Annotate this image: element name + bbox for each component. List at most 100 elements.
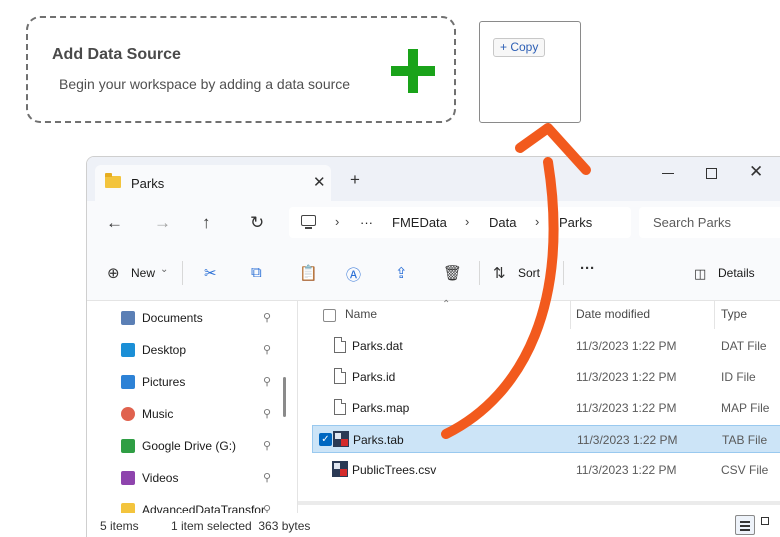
up-icon[interactable]: ↑ <box>202 213 211 233</box>
file-name: Parks.tab <box>353 433 404 447</box>
drop-target-box[interactable]: + Copy <box>479 21 581 123</box>
pin-icon[interactable]: ⚲ <box>263 407 271 420</box>
file-date: 11/3/2023 1:22 PM <box>577 433 678 447</box>
selection-info: 1 item selected 363 bytes <box>171 519 311 533</box>
sidebar-item-desktop[interactable]: Desktop ⚲ <box>121 341 281 363</box>
minimize-icon[interactable] <box>662 173 674 174</box>
file-icon <box>334 368 346 384</box>
sidebar-item-label: Pictures <box>142 375 186 389</box>
new-button[interactable]: New <box>131 266 155 280</box>
select-all-checkbox[interactable] <box>323 309 336 322</box>
column-header-name[interactable]: Name <box>345 307 377 321</box>
videos-icon <box>121 471 135 485</box>
file-type: TAB File <box>722 433 768 447</box>
rename-icon[interactable]: Ⓐ <box>346 264 361 285</box>
this-pc-icon <box>301 215 316 229</box>
maximize-icon[interactable] <box>706 168 717 179</box>
plus-icon[interactable] <box>391 49 435 93</box>
navigation-bar: ← → ↑ ↻ › ··· FMEData › Data › Parks Sea… <box>87 201 780 245</box>
sidebar-item-label: Google Drive (G:) <box>142 439 237 453</box>
pictures-icon <box>121 375 135 389</box>
documents-icon <box>121 311 135 325</box>
forward-icon[interactable]: → <box>154 213 171 233</box>
search-box[interactable]: Search Parks <box>639 207 780 238</box>
sidebar-item-documents[interactable]: Documents ⚲ <box>121 309 281 331</box>
sidebar-item-label: Music <box>142 407 174 421</box>
refresh-icon[interactable]: ↻ <box>250 213 264 233</box>
address-bar[interactable]: › ··· FMEData › Data › Parks <box>289 207 631 238</box>
music-icon <box>121 407 135 421</box>
item-count: 5 items <box>100 519 139 533</box>
sidebar-scrollbar[interactable] <box>283 377 286 417</box>
pin-icon[interactable]: ⚲ <box>263 375 271 388</box>
sidebar-item-label: Documents <box>142 311 203 325</box>
toolbar-divider <box>479 261 480 285</box>
column-divider[interactable] <box>570 301 571 329</box>
sidebar-item-label: Videos <box>142 471 179 485</box>
breadcrumb-fmedata[interactable]: FMEData <box>392 215 447 230</box>
pin-icon[interactable]: ⚲ <box>263 311 271 324</box>
file-row-parks-dat[interactable]: Parks.dat 11/3/2023 1:22 PM DAT File <box>312 332 780 360</box>
pin-icon[interactable]: ⚲ <box>263 343 271 356</box>
paste-icon[interactable]: 📋 <box>299 264 318 282</box>
row-checkbox-checked[interactable]: ✓ <box>319 433 332 446</box>
chevron-down-icon[interactable]: ⌄ <box>160 264 168 275</box>
add-data-source-card[interactable]: Add Data Source Begin your workspace by … <box>26 16 456 123</box>
new-plus-icon[interactable]: ⊕ <box>107 264 120 282</box>
search-input[interactable]: Search Parks <box>653 215 731 230</box>
file-row-publictrees-csv[interactable]: PublicTrees.csv 11/3/2023 1:22 PM CSV Fi… <box>312 456 780 484</box>
title-bar: Parks ✕ + ✕ <box>87 157 780 201</box>
delete-icon[interactable]: 🗑 <box>443 264 462 282</box>
cut-icon[interactable]: ✂ <box>204 264 217 282</box>
details-view-icon[interactable] <box>735 515 755 535</box>
share-icon[interactable]: ⇪ <box>395 264 408 282</box>
column-header-type[interactable]: Type <box>721 307 747 321</box>
back-icon[interactable]: ← <box>106 213 123 233</box>
add-data-source-title: Add Data Source <box>52 46 181 63</box>
breadcrumb-parks[interactable]: Parks <box>559 215 592 230</box>
tab-parks[interactable]: Parks ✕ <box>95 165 331 201</box>
column-header-date[interactable]: Date modified <box>576 307 650 321</box>
desktop-icon <box>121 343 135 357</box>
folder-icon <box>105 173 121 188</box>
breadcrumb-data[interactable]: Data <box>489 215 516 230</box>
file-icon <box>334 337 346 353</box>
more-options-icon[interactable]: ··· <box>580 260 595 277</box>
column-divider[interactable] <box>714 301 715 329</box>
details-button[interactable]: Details <box>718 266 755 280</box>
sidebar-item-label: Desktop <box>142 343 187 357</box>
file-explorer-window: Parks ✕ + ✕ ← → ↑ ↻ › ··· FMEData › Data… <box>86 156 780 537</box>
breadcrumb-separator: › <box>535 214 540 229</box>
file-type: MAP File <box>721 401 770 415</box>
close-window-icon[interactable]: ✕ <box>749 162 763 182</box>
sidebar-item-pictures[interactable]: Pictures ⚲ <box>121 373 281 395</box>
file-list: ⌃ Name Date modified Type Parks.dat 11/3… <box>298 299 780 513</box>
new-tab-icon[interactable]: + <box>350 171 360 188</box>
file-row-parks-id[interactable]: Parks.id 11/3/2023 1:22 PM ID File <box>312 363 780 391</box>
file-date: 11/3/2023 1:22 PM <box>576 401 677 415</box>
sidebar-item-google-drive[interactable]: Google Drive (G:) ⚲ <box>121 437 281 459</box>
toolbar-divider <box>563 261 564 285</box>
copy-icon[interactable]: ⧉ <box>251 264 262 281</box>
sort-caret-icon: ⌃ <box>442 299 451 310</box>
sort-icon[interactable]: ⇅ <box>493 264 506 282</box>
tab-title: Parks <box>131 176 165 191</box>
pin-icon[interactable]: ⚲ <box>263 439 271 452</box>
details-pane-icon[interactable]: ◫ <box>694 266 706 282</box>
sidebar-item-music[interactable]: Music ⚲ <box>121 405 281 427</box>
status-bar: 5 items 1 item selected 363 bytes <box>87 513 780 537</box>
breadcrumb-more[interactable]: ··· <box>360 215 373 230</box>
pin-icon[interactable]: ⚲ <box>263 471 271 484</box>
horizontal-scrollbar[interactable] <box>298 501 780 505</box>
file-date: 11/3/2023 1:22 PM <box>576 463 677 477</box>
file-name: PublicTrees.csv <box>352 463 437 477</box>
csv-file-icon <box>332 461 348 477</box>
tab-close-icon[interactable]: ✕ <box>313 173 326 191</box>
sort-button[interactable]: Sort <box>518 266 540 280</box>
file-row-parks-map[interactable]: Parks.map 11/3/2023 1:22 PM MAP File <box>312 394 780 422</box>
sidebar-item-videos[interactable]: Videos ⚲ <box>121 469 281 491</box>
tiles-view-icon[interactable] <box>761 517 776 532</box>
command-bar: ⊕ New ⌄ ✂ ⧉ 📋 Ⓐ ⇪ 🗑 ⇅ Sort ··· ◫ Details <box>87 245 780 301</box>
add-data-source-subtitle: Begin your workspace by adding a data so… <box>59 76 351 92</box>
file-row-parks-tab[interactable]: ✓ Parks.tab 11/3/2023 1:22 PM TAB File <box>312 425 780 453</box>
